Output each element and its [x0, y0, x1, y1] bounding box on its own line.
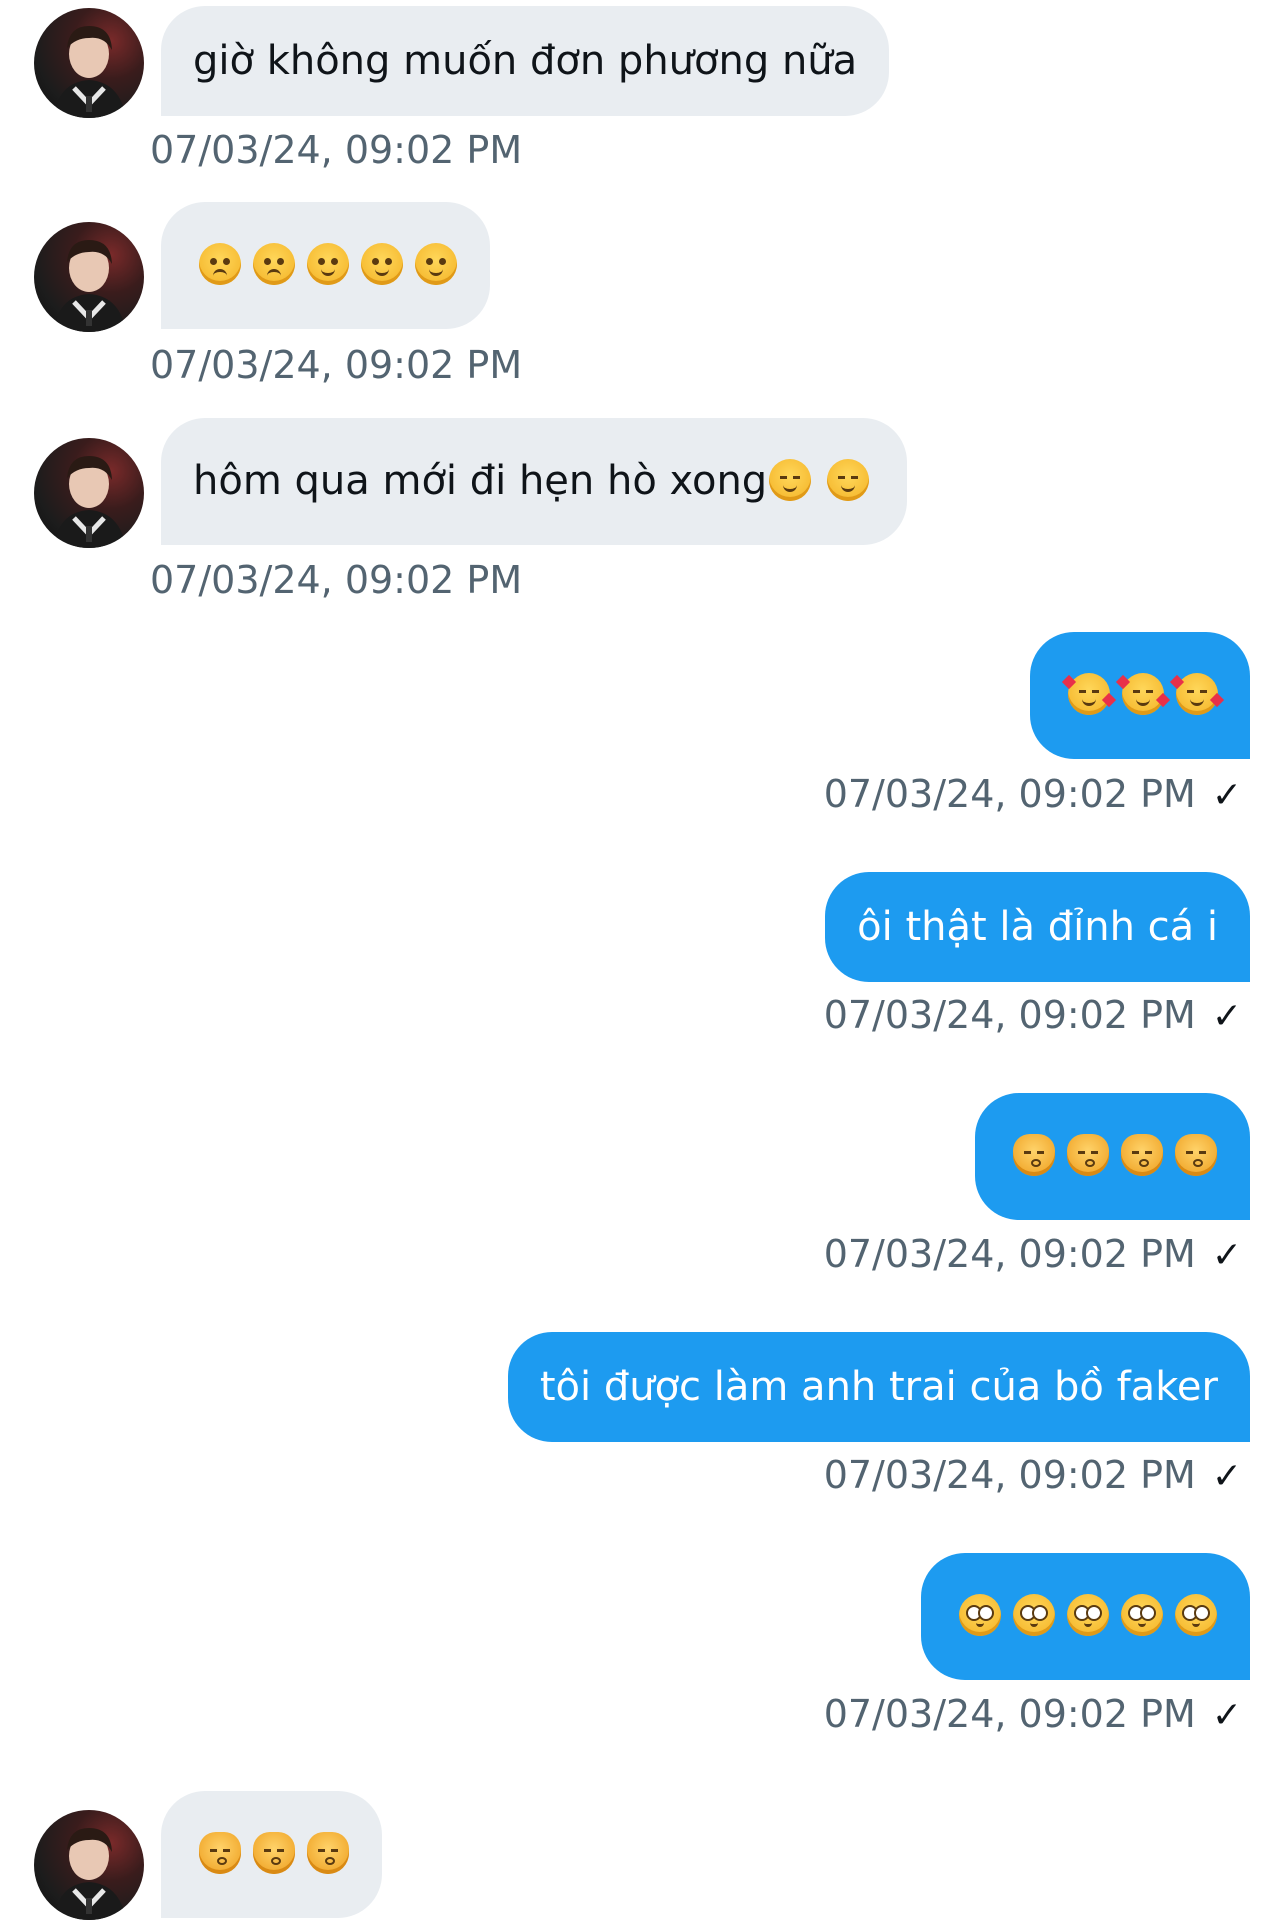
kissing-cat-icon	[1121, 1134, 1163, 1176]
message-text: giờ không muốn đơn phương nữa	[193, 38, 858, 84]
message-timestamp: 07/03/24, 09:02 PM	[150, 343, 523, 387]
kissing-cat-icon	[199, 1832, 241, 1874]
message-timestamp: 07/03/24, 09:02 PM ✓	[824, 1232, 1242, 1276]
message-text: tôi được làm anh trai của bồ faker	[539, 1364, 1218, 1410]
pleading-face-icon	[959, 1594, 1001, 1636]
yum-face-icon	[415, 243, 457, 285]
sent-check-icon: ✓	[1211, 1235, 1242, 1276]
avatar[interactable]	[34, 8, 144, 118]
message-timestamp: 07/03/24, 09:02 PM ✓	[824, 1692, 1242, 1736]
message-timestamp: 07/03/24, 09:02 PM	[150, 558, 523, 602]
message-timestamp: 07/03/24, 09:02 PM ✓	[824, 993, 1242, 1037]
kissing-cat-icon	[1013, 1134, 1055, 1176]
smiling-face-with-hearts-icon	[1115, 673, 1171, 715]
kissing-cat-icon	[253, 1832, 295, 1874]
kissing-cat-icon	[1175, 1134, 1217, 1176]
pleading-face-icon	[1121, 1594, 1163, 1636]
pleading-face-icon	[1175, 1594, 1217, 1636]
avatar[interactable]	[34, 438, 144, 548]
message-bubble[interactable]	[921, 1553, 1250, 1680]
timestamp-text: 07/03/24, 09:02 PM	[823, 772, 1196, 816]
smiling-face-with-hearts-icon	[1169, 673, 1225, 715]
message-timestamp: 07/03/24, 09:02 PM	[150, 128, 523, 172]
message-timestamp: 07/03/24, 09:02 PM ✓	[824, 772, 1242, 816]
kissing-cat-icon	[307, 1832, 349, 1874]
sent-check-icon: ✓	[1211, 1456, 1242, 1497]
weary-face-icon	[253, 243, 295, 285]
sent-check-icon: ✓	[1211, 775, 1242, 816]
smiling-face-with-hearts-icon	[1061, 673, 1117, 715]
yum-face-icon	[307, 243, 349, 285]
timestamp-text: 07/03/24, 09:02 PM	[823, 993, 1196, 1037]
timestamp-text: 07/03/24, 09:02 PM	[823, 1453, 1196, 1497]
smiling-blush-face-icon	[827, 459, 870, 501]
message-bubble[interactable]	[975, 1093, 1250, 1220]
timestamp-text: 07/03/24, 09:02 PM	[823, 1692, 1196, 1736]
avatar[interactable]	[34, 222, 144, 332]
message-timestamp: 07/03/24, 09:02 PM ✓	[824, 1453, 1242, 1497]
message-bubble[interactable]: giờ không muốn đơn phương nữa	[161, 6, 890, 116]
avatar[interactable]	[34, 1810, 144, 1920]
timestamp-text: 07/03/24, 09:02 PM	[823, 1232, 1196, 1276]
message-text: ôi thật là đỉnh cá i	[857, 904, 1218, 950]
weary-face-icon	[199, 243, 241, 285]
sent-check-icon: ✓	[1211, 1695, 1242, 1736]
pleading-face-icon	[1013, 1594, 1055, 1636]
message-text: hôm qua mới đi hẹn hò xong	[193, 458, 768, 504]
yum-face-icon	[361, 243, 403, 285]
kissing-cat-icon	[1067, 1134, 1109, 1176]
message-bubble[interactable]	[161, 1791, 382, 1918]
message-bubble[interactable]	[1030, 632, 1250, 759]
sent-check-icon: ✓	[1211, 996, 1242, 1037]
message-bubble[interactable]: ôi thật là đỉnh cá i	[825, 872, 1250, 982]
message-bubble[interactable]: hôm qua mới đi hẹn hò xong	[161, 418, 908, 545]
message-bubble[interactable]: tôi được làm anh trai của bồ faker	[507, 1332, 1250, 1442]
message-bubble[interactable]	[161, 202, 490, 329]
smiling-blush-face-icon	[769, 459, 812, 501]
pleading-face-icon	[1067, 1594, 1109, 1636]
